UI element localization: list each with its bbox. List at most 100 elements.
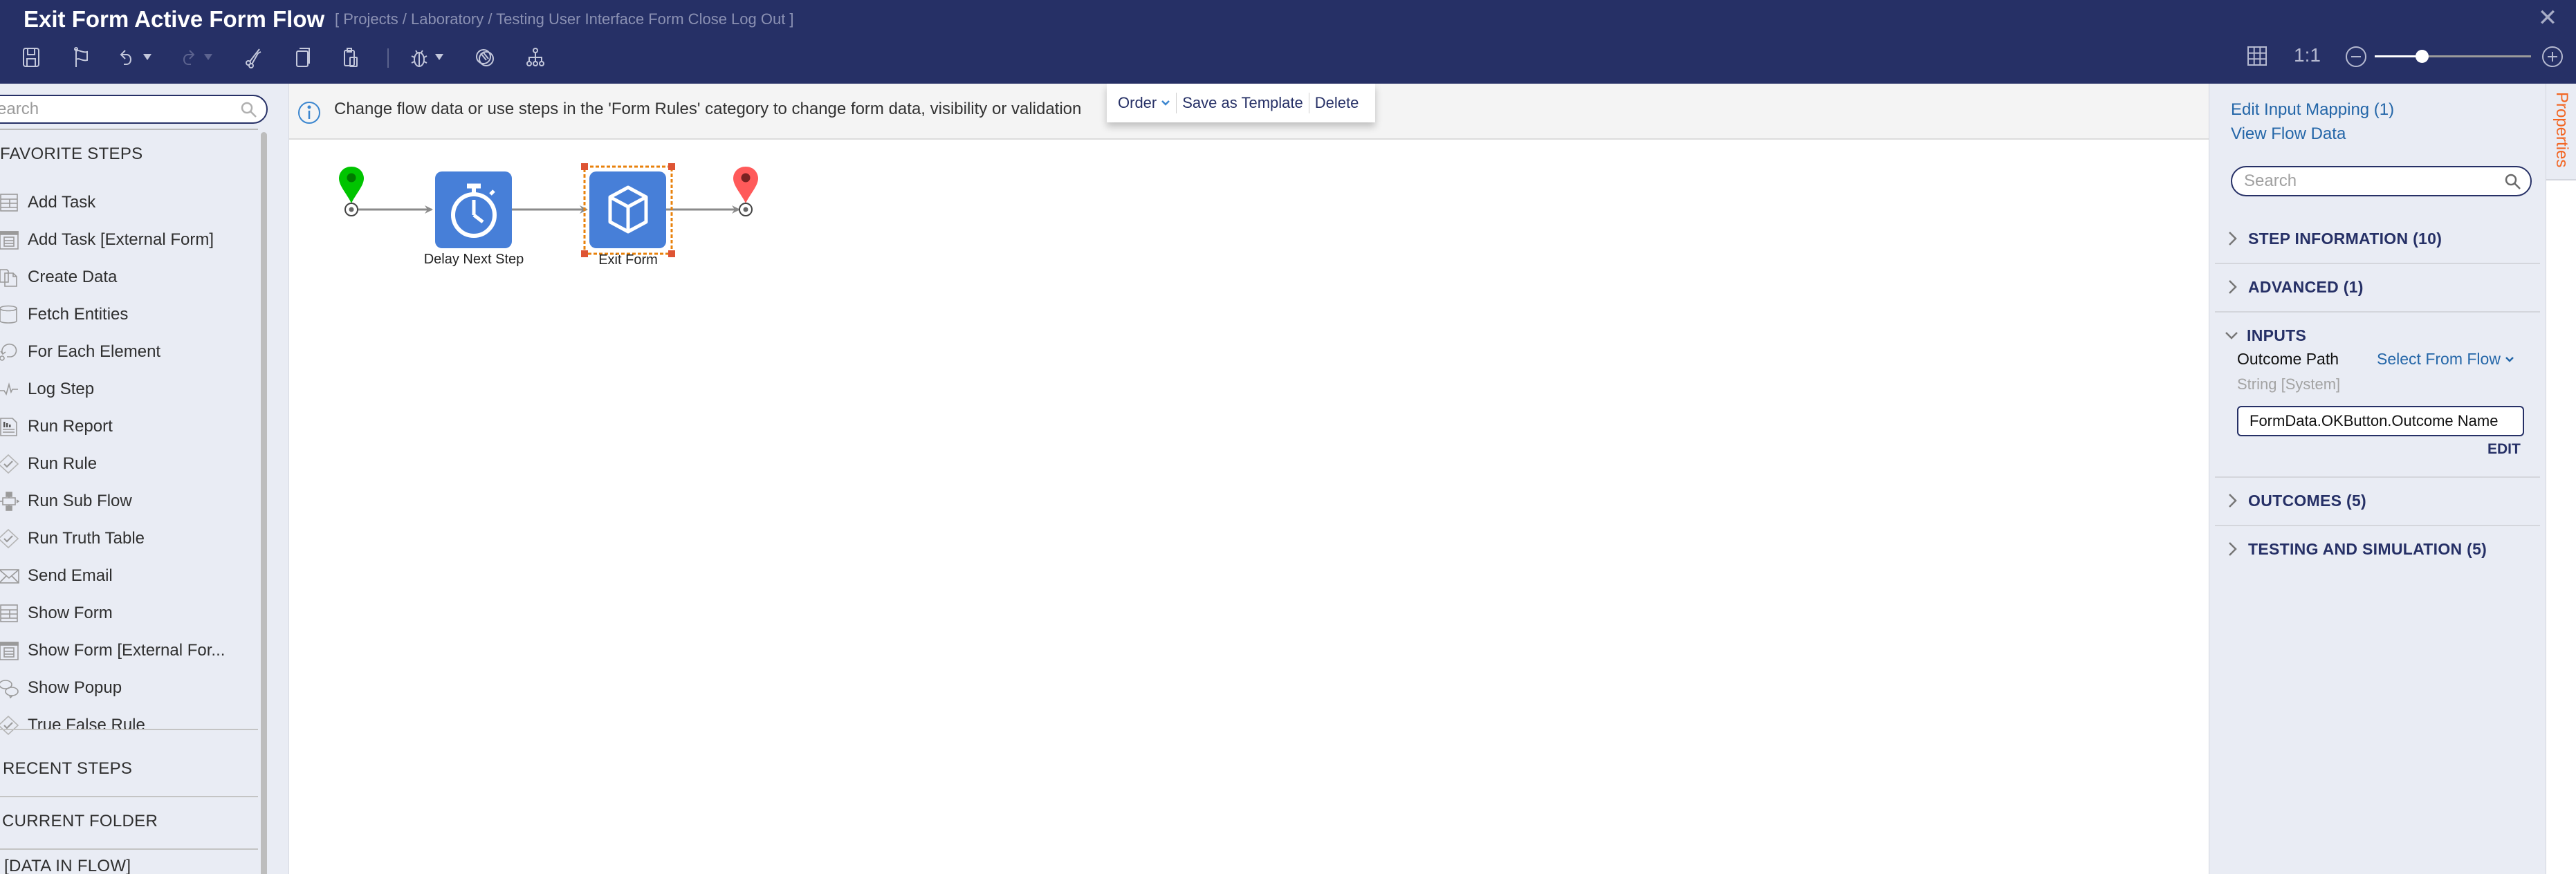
steps-search[interactable] bbox=[0, 95, 268, 124]
favorite-steps-heading[interactable]: FAVORITE STEPS bbox=[0, 145, 142, 164]
step-item-run-truth-table[interactable]: Run Truth Table bbox=[0, 522, 256, 555]
step-item-label: Show Popup bbox=[28, 678, 122, 697]
edit-button[interactable]: EDIT bbox=[2487, 441, 2521, 458]
current-folder-heading[interactable]: CURRENT FOLDER bbox=[2, 812, 158, 831]
edit-input-mapping-link[interactable]: Edit Input Mapping (1) bbox=[2231, 100, 2394, 120]
debug-dropdown-icon[interactable] bbox=[434, 53, 444, 61]
zoom-in-icon[interactable] bbox=[2541, 46, 2564, 68]
step-item-log-step[interactable]: Log Step bbox=[0, 373, 256, 406]
select-from-flow-dropdown[interactable]: Select From Flow bbox=[2377, 350, 2514, 369]
step-item-show-popup[interactable]: Show Popup bbox=[0, 671, 256, 705]
step-item-label: For Each Element bbox=[28, 342, 161, 361]
tab-properties[interactable]: Properties bbox=[2546, 84, 2576, 180]
flow-canvas[interactable]: Change flow data or use steps in the 'Fo… bbox=[289, 84, 2209, 874]
step-item-add-task-external-form[interactable]: Add Task [External Form] bbox=[0, 223, 256, 257]
section-testing-and-simulation[interactable]: TESTING AND SIMULATION (5) bbox=[2209, 532, 2540, 566]
resize-handle[interactable] bbox=[581, 250, 588, 257]
pulse-icon bbox=[0, 379, 19, 400]
step-item-show-form-external-for[interactable]: Show Form [External For... bbox=[0, 634, 256, 667]
actual-size-button[interactable]: 1:1 bbox=[2294, 44, 2321, 66]
exit-form-node[interactable] bbox=[581, 163, 675, 257]
outcome-path-label: Outcome Path bbox=[2237, 350, 2339, 368]
flag-icon[interactable] bbox=[69, 44, 94, 71]
end-node[interactable] bbox=[733, 167, 758, 216]
chevron-right-icon bbox=[2229, 494, 2237, 508]
paste-icon[interactable] bbox=[339, 44, 364, 71]
resize-handle[interactable] bbox=[668, 163, 675, 170]
undo-dropdown-icon[interactable] bbox=[142, 53, 152, 61]
overlap-icon[interactable] bbox=[472, 44, 497, 71]
view-flow-data-link[interactable]: View Flow Data bbox=[2231, 124, 2346, 144]
rule-icon bbox=[0, 528, 19, 549]
divider bbox=[2215, 263, 2540, 264]
step-item-label: Run Truth Table bbox=[28, 529, 145, 548]
step-item-run-sub-flow[interactable]: Run Sub Flow bbox=[0, 485, 256, 518]
grid-icon[interactable] bbox=[2247, 46, 2267, 66]
search-icon[interactable] bbox=[2504, 173, 2522, 191]
order-dropdown[interactable]: Order bbox=[1118, 94, 1170, 112]
side-tab-strip bbox=[2546, 180, 2576, 874]
flow-designer: Exit Form Active Form Flow [ Projects / … bbox=[0, 0, 2576, 874]
step-item-label: Fetch Entities bbox=[28, 305, 129, 324]
chevron-down-icon bbox=[2225, 332, 2238, 340]
step-item-fetch-entities[interactable]: Fetch Entities bbox=[0, 298, 256, 331]
cut-icon[interactable] bbox=[241, 44, 266, 71]
external-form-icon bbox=[0, 230, 19, 250]
end-pin-icon bbox=[733, 167, 758, 203]
resize-handle[interactable] bbox=[581, 163, 588, 170]
rule-icon bbox=[0, 454, 19, 474]
redo-dropdown-icon[interactable] bbox=[203, 53, 213, 61]
step-item-for-each-element[interactable]: For Each Element bbox=[0, 335, 256, 369]
divider bbox=[0, 796, 258, 797]
zoom-out-icon[interactable] bbox=[2345, 46, 2367, 68]
chevron-right-icon bbox=[2229, 232, 2237, 245]
zoom-slider-thumb[interactable] bbox=[2415, 50, 2429, 63]
undo-icon[interactable] bbox=[115, 44, 140, 71]
properties-search[interactable] bbox=[2231, 166, 2532, 196]
rule-icon bbox=[0, 715, 19, 736]
delete-button[interactable]: Delete bbox=[1315, 94, 1359, 112]
section-inputs[interactable]: INPUTS bbox=[2209, 319, 2540, 352]
section-step-information[interactable]: STEP INFORMATION (10) bbox=[2209, 222, 2540, 255]
save-as-template-button[interactable]: Save as Template bbox=[1182, 94, 1303, 112]
delay-next-step-node[interactable] bbox=[435, 171, 512, 248]
sidebar-scrollbar[interactable] bbox=[261, 132, 267, 874]
search-icon[interactable] bbox=[240, 101, 258, 119]
redo-icon[interactable] bbox=[175, 44, 200, 71]
divider bbox=[0, 848, 258, 850]
properties-panel: Edit Input Mapping (1) View Flow Data ST… bbox=[2209, 84, 2546, 874]
step-item-run-report[interactable]: Run Report bbox=[0, 410, 256, 443]
step-item-run-rule[interactable]: Run Rule bbox=[0, 447, 256, 481]
copy-icon[interactable] bbox=[291, 44, 315, 71]
delay-next-step-label: Delay Next Step bbox=[423, 252, 524, 267]
step-item-true-false-rule[interactable]: True False Rule bbox=[0, 709, 256, 742]
step-item-label: Run Rule bbox=[28, 454, 98, 473]
email-icon bbox=[0, 566, 19, 586]
section-outcomes[interactable]: OUTCOMES (5) bbox=[2209, 484, 2540, 517]
recent-steps-heading[interactable]: RECENT STEPS bbox=[3, 759, 132, 779]
outcome-path-input[interactable] bbox=[2238, 407, 2523, 435]
form-icon bbox=[0, 192, 19, 213]
debug-icon[interactable] bbox=[407, 44, 432, 71]
properties-search-input[interactable] bbox=[2232, 167, 2530, 195]
close-icon[interactable]: ✕ bbox=[2537, 6, 2558, 30]
step-item-add-task[interactable]: Add Task bbox=[0, 186, 256, 219]
breadcrumb[interactable]: [ Projects / Laboratory / Testing User I… bbox=[335, 10, 794, 28]
step-item-send-email[interactable]: Send Email bbox=[0, 559, 256, 593]
chat-bubbles-icon bbox=[0, 678, 19, 699]
step-item-label: Create Data bbox=[28, 268, 118, 286]
resize-handle[interactable] bbox=[668, 250, 675, 257]
start-node[interactable] bbox=[339, 167, 364, 216]
chevron-down-icon bbox=[1161, 100, 1170, 106]
page-title: Exit Form Active Form Flow bbox=[24, 6, 325, 32]
save-icon[interactable] bbox=[19, 44, 44, 71]
data-in-flow-heading[interactable]: [DATA IN FLOW] bbox=[4, 857, 131, 874]
steps-search-input[interactable] bbox=[0, 96, 266, 122]
section-advanced[interactable]: ADVANCED (1) bbox=[2209, 270, 2540, 304]
zoom-slider[interactable] bbox=[2375, 48, 2531, 65]
steps-sidebar: FAVORITE STEPS Add Task Add Task [Externa… bbox=[0, 84, 289, 874]
step-item-show-form[interactable]: Show Form bbox=[0, 597, 256, 630]
step-item-create-data[interactable]: Create Data bbox=[0, 261, 256, 294]
outcome-path-field[interactable] bbox=[2237, 406, 2524, 436]
hierarchy-icon[interactable] bbox=[523, 44, 548, 71]
